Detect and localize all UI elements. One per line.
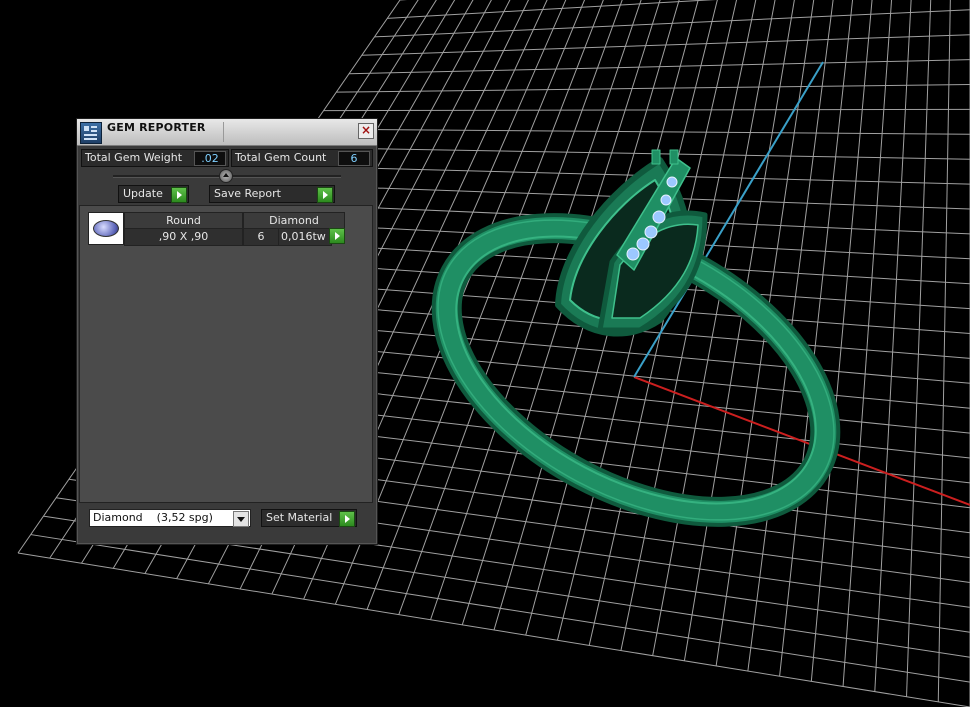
grid-line	[17, 552, 970, 707]
gem-reporter-window: GEM REPORTER × Total Gem Weight .02 Tota…	[76, 118, 378, 545]
set-material-button[interactable]: Set Material	[261, 509, 357, 527]
window-titlebar[interactable]: GEM REPORTER ×	[77, 119, 377, 146]
total-gem-count-value: 6	[338, 151, 370, 166]
diamond-stone	[660, 194, 672, 206]
play-arrow-icon	[171, 187, 187, 203]
titlebar-divider	[223, 122, 224, 142]
grid-line	[937, 0, 951, 702]
diamond-stone	[644, 225, 658, 239]
gem-count-cell: 6	[243, 228, 279, 246]
total-gem-weight-value: .02	[194, 151, 226, 166]
gem-reporter-app-icon	[80, 122, 102, 144]
grid-line	[30, 534, 970, 683]
diamond-stone	[666, 176, 678, 188]
total-gem-count-label: Total Gem Count	[235, 151, 327, 164]
grid-line	[874, 0, 912, 692]
close-button[interactable]: ×	[358, 123, 374, 139]
round-gem-icon[interactable]	[88, 212, 124, 245]
material-select-value: Diamond (3,52 spg)	[93, 511, 213, 524]
diamond-stone	[636, 237, 650, 251]
save-report-button-label: Save Report	[214, 187, 281, 200]
ring-model	[431, 149, 841, 527]
chevron-down-icon[interactable]	[233, 511, 249, 527]
grid-line	[842, 0, 893, 687]
save-report-button[interactable]: Save Report	[209, 185, 335, 203]
play-arrow-icon	[317, 187, 333, 203]
total-gem-count-field: Total Gem Count 6	[231, 149, 373, 167]
gem-weight-cell: 0,016tw	[278, 228, 332, 246]
grid-line	[906, 0, 932, 697]
diamond-stone	[652, 210, 666, 224]
material-select[interactable]: Diamond (3,52 spg)	[89, 509, 251, 527]
total-gem-weight-label: Total Gem Weight	[85, 151, 183, 164]
update-button-label: Update	[123, 187, 163, 200]
diamond-stone	[626, 247, 640, 261]
gem-size-cell: ,90 X ,90	[124, 228, 243, 246]
gem-row-action-button[interactable]	[329, 228, 345, 244]
set-material-button-label: Set Material	[266, 511, 333, 524]
play-arrow-icon	[339, 511, 355, 527]
play-arrow-icon	[329, 228, 345, 244]
grid-line	[810, 0, 873, 682]
gem-list: Round Diamond ,90 X ,90 6 0,016tw	[79, 205, 373, 503]
update-button[interactable]: Update	[118, 185, 189, 203]
splitter-handle[interactable]	[219, 169, 233, 183]
window-title: GEM REPORTER	[107, 121, 206, 134]
total-gem-weight-field: Total Gem Weight .02	[81, 149, 229, 167]
